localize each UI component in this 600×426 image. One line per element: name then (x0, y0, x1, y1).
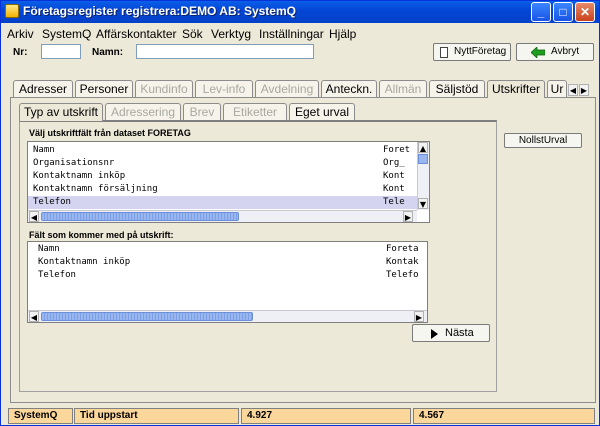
main-window: Företagsregister registrera:DEMO AB: Sys… (0, 0, 600, 426)
list-item[interactable]: Organisationsnr Org_ (28, 157, 429, 170)
list-item[interactable]: Namn Foret (28, 144, 429, 157)
scroll-thumb[interactable] (418, 154, 428, 164)
status-bar: SystemQ Tid uppstart 4.927 4.567 (1, 407, 599, 425)
menu-sok[interactable]: Sök (182, 27, 203, 41)
field-column: Org_ (383, 158, 405, 168)
list-item[interactable]: Kontaktnamn försäljning Kont (28, 183, 429, 196)
list-item[interactable]: Namn Foreta (28, 243, 427, 256)
field-name: Kontaktnamn försäljning (33, 184, 158, 194)
menu-arkiv[interactable]: Arkiv (7, 27, 34, 41)
cancel-button[interactable]: Avbryt (516, 43, 594, 61)
tab-utskrifter[interactable]: Utskrifter (487, 80, 545, 98)
tab-typ-av-utskrift[interactable]: Typ av utskrift (19, 103, 103, 121)
status-app: SystemQ (8, 408, 73, 424)
scroll-left-icon[interactable]: ◀ (29, 311, 39, 322)
play-right-icon (431, 329, 438, 339)
next-label: Nästa (445, 327, 474, 339)
tab-brev[interactable]: Brev (183, 103, 221, 121)
list-item[interactable]: Telefon Telefo (28, 269, 427, 282)
field-name: Namn (33, 145, 55, 155)
menu-installningar[interactable]: Inställningar (259, 27, 324, 41)
tab-scroll-left-icon[interactable]: ◀ (568, 84, 578, 96)
scroll-thumb[interactable] (41, 312, 253, 321)
menu-systemq[interactable]: SystemQ (42, 27, 91, 41)
tab-saljstod[interactable]: Säljstöd (429, 80, 485, 98)
minimize-button[interactable]: _ (531, 2, 551, 22)
scroll-thumb[interactable] (41, 212, 239, 221)
tab-adresser[interactable]: Adresser (13, 80, 73, 98)
scroll-right-icon[interactable]: ▶ (414, 311, 424, 322)
record-toolbar: Nr: Namn: NyttFöretag Avbryt (1, 43, 599, 63)
selected-fields-list[interactable]: Namn Foreta Kontaktnamn inköp Kontak Tel… (27, 241, 428, 323)
field-name: Telefon (33, 197, 71, 207)
window-title: Företagsregister registrera:DEMO AB: Sys… (23, 4, 296, 18)
field-name: Namn (38, 244, 60, 254)
utskrifter-panel: Typ av utskrift Adressering Brev Etikett… (10, 97, 596, 403)
title-bar[interactable]: Företagsregister registrera:DEMO AB: Sys… (1, 1, 599, 23)
status-value-1: 4.927 (241, 408, 411, 424)
status-startup-label: Tid uppstart (74, 408, 239, 424)
tab-lev-info[interactable]: Lev-info (195, 80, 253, 98)
main-tab-row: Adresser Personer Kundinfo Lev-info Avde… (1, 80, 599, 98)
horizontal-scrollbar[interactable]: ◀ ▶ (28, 210, 417, 222)
document-icon (440, 47, 448, 58)
selected-fields-heading: Fält som kommer med på utskrift: (29, 230, 174, 240)
close-button[interactable]: ✕ (575, 2, 595, 22)
reset-selection-button[interactable]: NollstUrval (504, 133, 582, 148)
list-item[interactable]: Kontaktnamn inköp Kontak (28, 256, 427, 269)
tab-personer[interactable]: Personer (75, 80, 133, 98)
new-company-button[interactable]: NyttFöretag (433, 43, 511, 61)
menu-verktyg[interactable]: Verktyg (211, 27, 251, 41)
cancel-label: Avbryt (551, 46, 580, 57)
field-name: Kontaktnamn inköp (38, 257, 131, 267)
menu-bar: Arkiv SystemQ Affärskontakter Sök Verkty… (1, 25, 599, 43)
scroll-down-icon[interactable]: ▼ (418, 198, 428, 209)
nr-field[interactable] (41, 44, 81, 59)
horizontal-scrollbar[interactable]: ◀ ▶ (28, 310, 427, 322)
list-item[interactable]: Kontaktnamn inköp Kont (28, 170, 429, 183)
scroll-right-icon[interactable]: ▶ (403, 211, 413, 222)
print-type-panel: Välj utskriftfält från dataset FORETAG N… (19, 120, 497, 392)
app-icon (5, 4, 19, 18)
tab-ur[interactable]: Ur (547, 80, 567, 98)
new-company-label: NyttFöretag (454, 46, 507, 57)
tab-eget-urval[interactable]: Eget urval (289, 103, 355, 121)
arrow-left-icon (531, 47, 545, 58)
tab-kundinfo[interactable]: Kundinfo (135, 80, 193, 98)
status-value-2: 4.567 (413, 408, 595, 424)
available-fields-heading: Välj utskriftfält från dataset FORETAG (29, 128, 191, 138)
field-column: Foreta (386, 244, 419, 254)
scroll-up-icon[interactable]: ▲ (418, 142, 428, 153)
available-fields-list[interactable]: Namn Foret Organisationsnr Org_ Kontaktn… (27, 141, 430, 223)
menu-hjalp[interactable]: Hjälp (329, 27, 356, 41)
namn-field[interactable] (136, 44, 314, 59)
scroll-left-icon[interactable]: ◀ (29, 211, 39, 222)
field-name: Telefon (38, 270, 76, 280)
namn-label: Namn: (92, 47, 124, 58)
tab-allman[interactable]: Allmän (379, 80, 427, 98)
nr-label: Nr: (13, 47, 28, 58)
maximize-button[interactable]: □ (553, 2, 573, 22)
field-name: Organisationsnr (33, 158, 115, 168)
vertical-scrollbar[interactable]: ▲ ▼ (417, 142, 429, 210)
field-column: Telefo (386, 270, 419, 280)
list-item-selected[interactable]: Telefon Tele (28, 196, 418, 209)
menu-affarskontakter[interactable]: Affärskontakter (96, 27, 176, 41)
field-column: Kont (383, 171, 405, 181)
field-column: Kont (383, 184, 405, 194)
tab-scroll-right-icon[interactable]: ▶ (579, 84, 589, 96)
field-column: Kontak (386, 257, 419, 267)
tab-etiketter[interactable]: Etiketter (223, 103, 287, 121)
tab-avdelning[interactable]: Avdelning (255, 80, 319, 98)
tab-adressering[interactable]: Adressering (105, 103, 181, 121)
tab-anteckn[interactable]: Anteckn. (321, 80, 377, 98)
field-column: Foret (383, 145, 411, 155)
sub-tab-row: Typ av utskrift Adressering Brev Etikett… (19, 103, 359, 121)
field-column: Tele (383, 197, 405, 207)
next-button[interactable]: Nästa (412, 324, 490, 342)
field-name: Kontaktnamn inköp (33, 171, 126, 181)
